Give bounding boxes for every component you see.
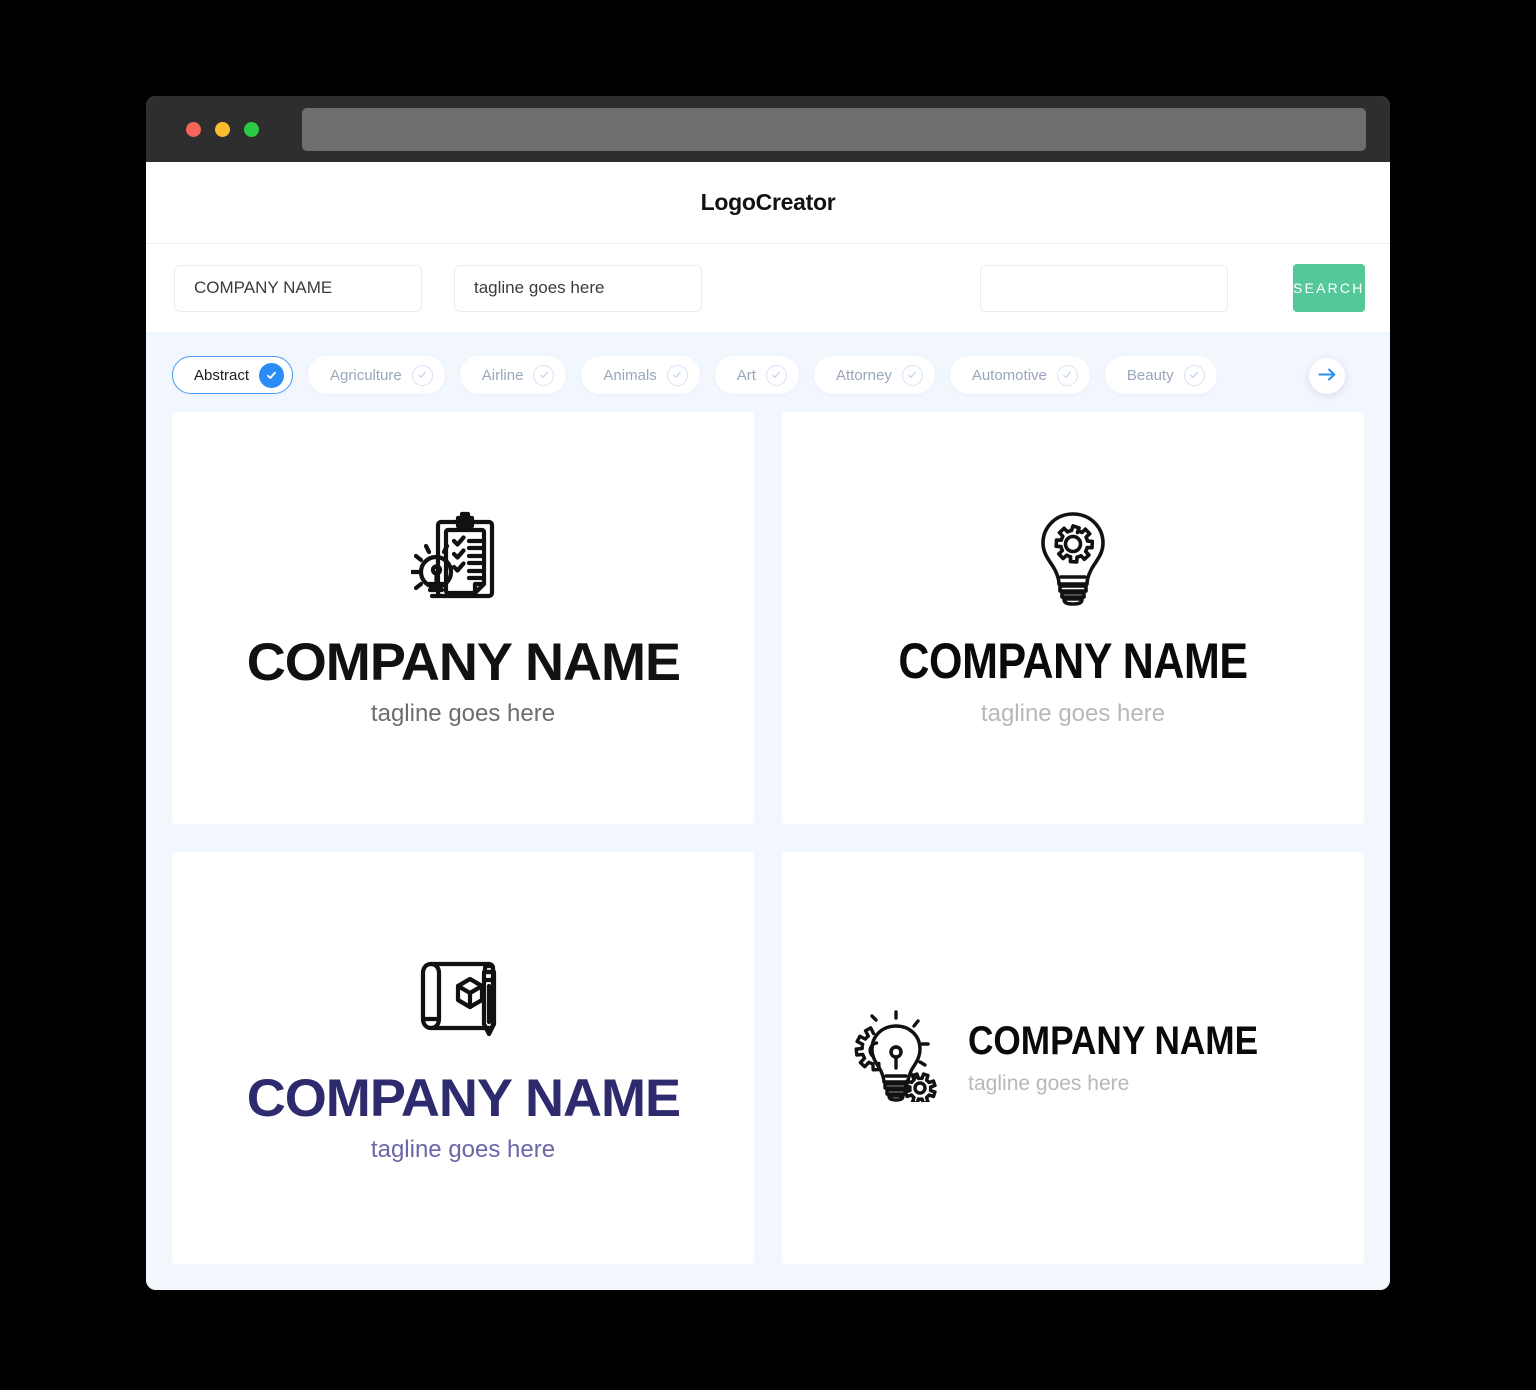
category-chip-art[interactable]: Art xyxy=(714,356,799,394)
category-chip-label: Animals xyxy=(603,366,657,384)
keyword-input[interactable] xyxy=(980,264,1228,312)
logo-company-name: COMPANY NAME xyxy=(968,1019,1259,1063)
category-chip-label: Attorney xyxy=(835,366,892,384)
categories-next-button[interactable] xyxy=(1309,358,1345,394)
browser-titlebar xyxy=(146,96,1390,162)
page-background: LogoCreator SEARCH Abstract Agriculture xyxy=(0,0,1536,1390)
logo-card[interactable]: COMPANY NAME tagline goes here xyxy=(172,852,754,1264)
logo-company-name: COMPANY NAME xyxy=(898,633,1248,690)
check-icon xyxy=(765,364,787,386)
lightbulb-gear-icon xyxy=(1033,508,1113,613)
category-chip-label: Agriculture xyxy=(330,366,402,384)
check-icon xyxy=(666,364,688,386)
app-header: LogoCreator xyxy=(146,162,1390,244)
clipboard-checklist-lightbulb-icon xyxy=(409,508,515,613)
category-chip-label: Automotive xyxy=(971,366,1047,384)
maximize-window-button[interactable] xyxy=(244,121,259,137)
minimize-window-button[interactable] xyxy=(215,121,230,137)
category-chip-animals[interactable]: Animals xyxy=(581,356,700,394)
category-chip-attorney[interactable]: Attorney xyxy=(813,356,935,394)
logo-preview: COMPANY NAME tagline goes here xyxy=(870,508,1276,728)
logo-preview: COMPANY NAME tagline goes here xyxy=(246,508,681,729)
logo-tagline: tagline goes here xyxy=(980,699,1166,727)
logo-company-name: COMPANY NAME xyxy=(246,1068,680,1128)
arrow-right-icon xyxy=(1318,367,1337,385)
search-toolbar: SEARCH xyxy=(146,244,1390,332)
check-icon xyxy=(411,364,433,386)
logo-card[interactable]: COMPANY NAME tagline goes here xyxy=(782,852,1364,1264)
category-filter-bar: Abstract Agriculture Airline Animals Art… xyxy=(146,332,1390,412)
brand-title: LogoCreator xyxy=(700,189,836,215)
browser-window: LogoCreator SEARCH Abstract Agriculture xyxy=(146,96,1390,1290)
category-chip-label: Abstract xyxy=(194,366,250,384)
category-chip-label: Beauty xyxy=(1126,366,1174,384)
tagline-input[interactable] xyxy=(454,264,702,312)
check-icon xyxy=(901,364,923,386)
window-controls xyxy=(186,121,259,137)
category-chip-label: Airline xyxy=(481,366,524,384)
logo-results-grid: COMPANY NAME tagline goes here COMPANY N… xyxy=(146,412,1390,1290)
logo-tagline: tagline goes here xyxy=(968,1072,1130,1095)
category-chip-automotive[interactable]: Automotive xyxy=(949,356,1090,394)
logo-card[interactable]: COMPANY NAME tagline goes here xyxy=(172,412,754,824)
category-chip-abstract[interactable]: Abstract xyxy=(172,356,294,394)
lightbulb-gears-icon xyxy=(848,1009,944,1107)
logo-card[interactable]: COMPANY NAME tagline goes here xyxy=(782,412,1364,824)
company-name-input[interactable] xyxy=(174,264,422,312)
search-button[interactable]: SEARCH xyxy=(1293,264,1365,312)
category-chip-airline[interactable]: Airline xyxy=(459,356,567,394)
check-icon xyxy=(1056,364,1078,386)
logo-company-name: COMPANY NAME xyxy=(246,632,680,692)
check-icon xyxy=(533,364,555,386)
category-chip-label: Art xyxy=(736,366,756,384)
category-chip-beauty[interactable]: Beauty xyxy=(1104,356,1217,394)
check-icon xyxy=(1183,364,1205,386)
blueprint-cube-pencil-icon xyxy=(413,952,513,1049)
logo-tagline: tagline goes here xyxy=(370,700,556,728)
url-bar[interactable] xyxy=(302,107,1366,151)
logo-tagline: tagline goes here xyxy=(370,1136,556,1164)
logo-preview: COMPANY NAME tagline goes here xyxy=(848,1009,1298,1107)
logo-text-block: COMPANY NAME tagline goes here xyxy=(968,1020,1298,1096)
category-chip-list: Abstract Agriculture Airline Animals Art… xyxy=(172,356,1364,394)
logo-preview: COMPANY NAME tagline goes here xyxy=(246,952,681,1165)
category-chip-agriculture[interactable]: Agriculture xyxy=(308,356,445,394)
check-icon xyxy=(259,362,285,388)
close-window-button[interactable] xyxy=(186,121,201,137)
